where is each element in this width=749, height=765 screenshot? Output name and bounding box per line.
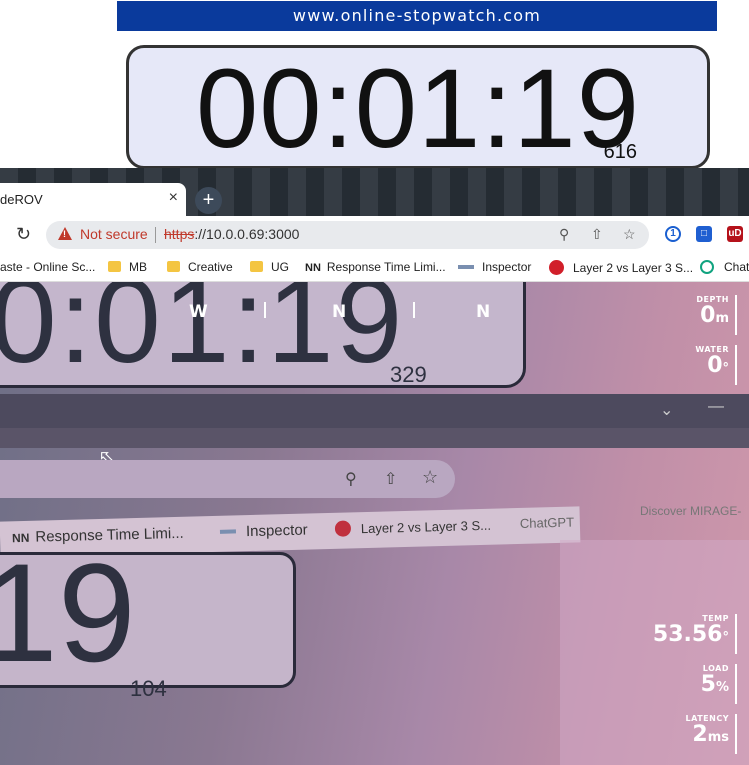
hud-depth-bar bbox=[735, 295, 737, 335]
hud-latency: LATENCY 2ms bbox=[686, 714, 737, 754]
bookmark-layer2-vs-layer3[interactable]: Layer 2 vs Layer 3 S... bbox=[549, 260, 693, 275]
camera-stopwatch-ms: 329 bbox=[390, 362, 427, 387]
hud-latency-value: 2 bbox=[692, 722, 708, 747]
inspector-icon bbox=[458, 265, 474, 269]
camera-bookmark-layer: Layer 2 vs Layer 3 S... bbox=[334, 517, 492, 538]
compass-heading-center: N bbox=[332, 302, 347, 322]
camera-layer-icon bbox=[334, 520, 352, 537]
hud-load-value: 5 bbox=[700, 672, 716, 697]
bookmark-inspector[interactable]: Inspector bbox=[458, 260, 531, 274]
hud-temp-reading: 53.56° bbox=[653, 623, 729, 650]
camera-bookmark-label: Inspector bbox=[245, 521, 308, 541]
hud-latency-bar bbox=[735, 714, 737, 754]
bookmark-label: Layer 2 vs Layer 3 S... bbox=[573, 261, 694, 275]
compass-heading-left: W bbox=[189, 302, 208, 322]
bookmark-label: Creative bbox=[188, 260, 233, 274]
bookmark-folder-mb[interactable]: MB bbox=[108, 260, 147, 274]
hud-depth-reading: 0m bbox=[696, 304, 729, 331]
bookmark-label: Response Time Limi... bbox=[326, 260, 446, 274]
layer-site-icon bbox=[549, 260, 564, 275]
hud-depth: DEPTH 0m bbox=[696, 295, 737, 335]
stopwatch-ms: 616 bbox=[603, 141, 637, 163]
chatgpt-icon bbox=[700, 260, 714, 274]
bitwarden-icon[interactable]: □ bbox=[696, 226, 712, 242]
hud-temp-bar bbox=[735, 614, 737, 654]
folder-icon bbox=[108, 261, 121, 272]
camera-bookmark-label: Layer 2 vs Layer 3 S... bbox=[360, 517, 492, 537]
camera-inspector-icon bbox=[219, 529, 237, 534]
search-icon[interactable]: ⚲ bbox=[559, 226, 569, 243]
hud-temp-unit: ° bbox=[722, 630, 730, 645]
bookmark-response-time[interactable]: NN Response Time Limi... bbox=[305, 260, 446, 274]
bookmark-label: Chat bbox=[724, 260, 749, 274]
compass-tick bbox=[413, 302, 415, 318]
warning-exclamation: ! bbox=[63, 229, 66, 239]
camera-stopwatch-time: 0:01:19 bbox=[0, 282, 405, 388]
hud-load-reading: 5% bbox=[701, 673, 729, 700]
camera-search-icon: ⚲ bbox=[345, 471, 357, 488]
hud-latency-unit: ms bbox=[707, 730, 729, 745]
camera-share-icon: ⇧ bbox=[384, 471, 398, 488]
share-icon[interactable]: ⇧ bbox=[591, 226, 603, 243]
hud-water-value: 0 bbox=[707, 353, 723, 378]
hud-load-bar bbox=[735, 664, 737, 704]
url-host: ://10.0.0.69:3000 bbox=[194, 226, 300, 242]
tab-close-icon[interactable]: × bbox=[169, 189, 178, 207]
bookmark-folder-creative[interactable]: Creative bbox=[167, 260, 233, 274]
compass-heading-right: N bbox=[476, 302, 491, 322]
camera-stopwatch-time-inner: 19 bbox=[0, 534, 136, 691]
camera-bookmark-mirage: Discover MIRAGE- bbox=[640, 504, 742, 518]
folder-icon bbox=[167, 261, 180, 272]
stopwatch-display: 00:01:19 616 bbox=[126, 45, 710, 171]
hud-water-reading: 0° bbox=[695, 354, 729, 381]
bookmark-label: MB bbox=[129, 260, 147, 274]
bookmark-folder-ug[interactable]: UG bbox=[250, 260, 289, 274]
tab-title: deROV bbox=[0, 192, 43, 207]
bookmarks-bar: aste - Online Sc... MB Creative UG NN Res… bbox=[0, 254, 749, 282]
1password-icon[interactable]: 1 bbox=[665, 226, 681, 242]
bookmark-chatgpt[interactable]: Chat bbox=[700, 260, 749, 274]
new-tab-button[interactable]: + bbox=[195, 187, 222, 214]
camera-chevron-icon: ⌄ bbox=[660, 402, 674, 419]
url-text[interactable]: https://10.0.0.69:3000 bbox=[164, 226, 299, 242]
address-separator bbox=[155, 227, 156, 243]
camera-minimize-icon: — bbox=[708, 398, 724, 415]
camera-star-icon: ☆ bbox=[422, 467, 439, 487]
ublock-icon[interactable]: uD bbox=[727, 226, 743, 242]
hud-latency-reading: 2ms bbox=[686, 723, 729, 750]
browser-tab[interactable]: deROV × bbox=[0, 183, 186, 218]
hud-load: LOAD 5% bbox=[701, 664, 737, 704]
address-bar[interactable]: ! Not secure https://10.0.0.69:3000 ⚲ ⇧ … bbox=[46, 221, 649, 249]
folder-icon bbox=[250, 261, 263, 272]
hud-depth-unit: m bbox=[715, 311, 729, 326]
hud-temp: TEMP 53.56° bbox=[653, 614, 737, 654]
bookmark-label: UG bbox=[271, 260, 289, 274]
hud-water-unit: ° bbox=[722, 361, 730, 376]
bookmark-star-icon[interactable]: ☆ bbox=[623, 226, 636, 243]
camera-bookmark-chatgpt: ChatGPT bbox=[519, 514, 575, 531]
nn-icon: NN bbox=[305, 262, 321, 274]
url-scheme: https bbox=[164, 226, 195, 242]
camera-address-bar: ⚲ ⇧ ☆ bbox=[0, 460, 455, 498]
stopwatch-site-banner[interactable]: www.online-stopwatch.com bbox=[117, 1, 717, 31]
not-secure-label[interactable]: Not secure bbox=[80, 226, 148, 242]
camera-bookmark-inspector: Inspector bbox=[219, 521, 308, 541]
compass-tick bbox=[264, 302, 266, 318]
hud-load-unit: % bbox=[715, 680, 729, 695]
camera-dark-band: ⌄ — bbox=[0, 394, 749, 428]
browser-toolbar: ↻ ! Not secure https://10.0.0.69:3000 ⚲ … bbox=[0, 216, 749, 254]
hud-temp-value: 53.56 bbox=[652, 622, 723, 647]
camera-stopwatch-ms-inner: 104 bbox=[130, 676, 167, 701]
hud-depth-value: 0 bbox=[700, 303, 716, 328]
hud-water: WATER 0° bbox=[695, 345, 737, 385]
bookmark-label: Inspector bbox=[482, 260, 532, 274]
bookmark-online-stopwatch[interactable]: aste - Online Sc... bbox=[0, 260, 95, 274]
reload-icon[interactable]: ↻ bbox=[16, 224, 31, 245]
rov-camera-feed: 0:01:19 329 ⌄ — ⬁ ⚲ ⇧ ☆ NN Response Time … bbox=[0, 282, 749, 765]
hud-water-bar bbox=[735, 345, 737, 385]
